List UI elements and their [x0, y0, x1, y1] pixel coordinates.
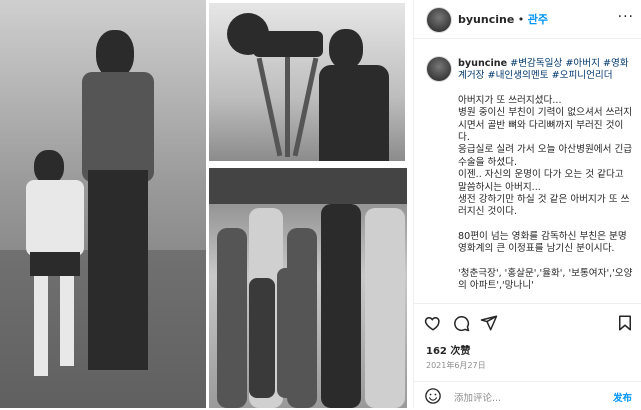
send-icon[interactable] [480, 314, 498, 332]
photo-group-portrait [209, 168, 407, 408]
header-username[interactable]: byuncine [458, 13, 514, 26]
post-header: byuncine • 관주 ··· [414, 0, 641, 39]
header-separator: • [514, 13, 528, 26]
header-username-line: byuncine • 관주 [458, 11, 548, 27]
comment-icon[interactable] [452, 314, 470, 332]
caption-scroll-area[interactable]: byuncine #변감독일상 #아버지 #영화계거장 #내인생의멘토 #오피니… [414, 40, 641, 302]
caption-paragraph: 아버지가 또 쓰러지셨다... 병원 중이신 부친이 기력이 없으셔서 쓰러지시… [458, 94, 633, 218]
follow-button[interactable]: 관주 [528, 13, 548, 26]
comment-input[interactable]: 添加评论... [454, 390, 501, 404]
caption-avatar[interactable] [426, 56, 452, 82]
comment-bar: 添加评论... 发布 [414, 381, 641, 410]
caption: byuncine #변감독일상 #아버지 #영화계거장 #내인생의멘토 #오피니… [458, 58, 634, 302]
post-date: 2021年6月27日 [426, 361, 486, 370]
caption-paragraph: '청춘극장', '홍살문','율화', '보통여자','오양의 아파트','망나… [458, 267, 633, 292]
photo-father-and-son [0, 0, 206, 408]
smiley-icon[interactable] [424, 387, 442, 405]
caption-username[interactable]: byuncine [458, 58, 507, 69]
post-sidebar: byuncine • 관주 ··· byuncine #변감독일상 #아버지 #… [413, 0, 641, 408]
post-media[interactable] [0, 0, 413, 408]
caption-paragraph: 80편이 넘는 영화를 감독하신 부친은 분명 영화계의 큰 이정표를 남기신 … [458, 230, 627, 255]
photo-camera-operator [209, 3, 405, 161]
action-area: 162 次赞 2021年6月27日 添加评论... 发布 [414, 303, 641, 409]
avatar[interactable] [426, 7, 452, 33]
post-comment-button[interactable]: 发布 [613, 390, 632, 404]
like-count[interactable]: 162 次赞 [426, 342, 470, 357]
bookmark-icon[interactable] [616, 314, 634, 332]
heart-icon[interactable] [424, 314, 442, 332]
more-options-icon[interactable]: ··· [618, 9, 634, 25]
